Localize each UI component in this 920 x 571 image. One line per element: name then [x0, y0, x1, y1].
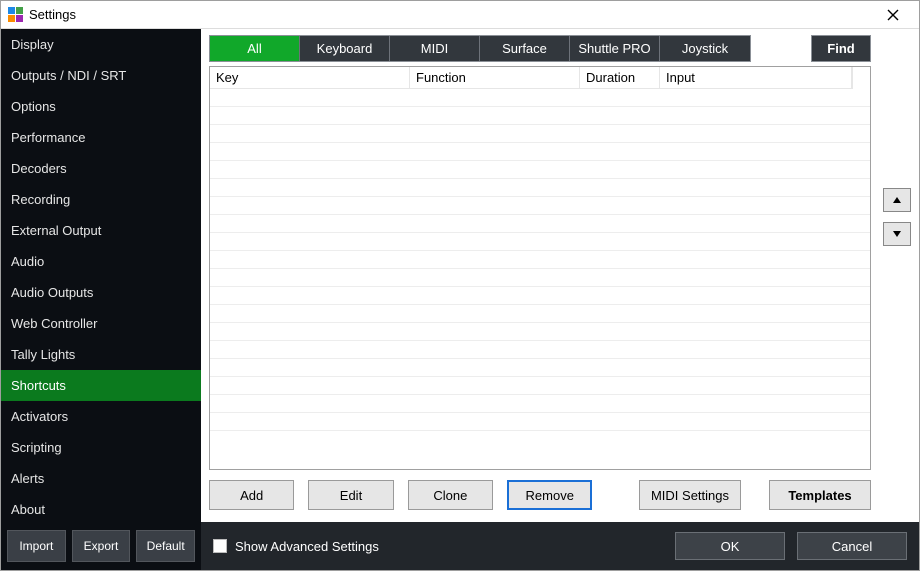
sidebar-footer: Import Export Default	[1, 522, 201, 570]
grid-row[interactable]	[210, 251, 870, 269]
sidebar-item-about[interactable]: About	[1, 494, 201, 522]
sidebar-item-audio[interactable]: Audio	[1, 246, 201, 277]
grid-header: Key Function Duration Input	[210, 67, 870, 89]
sidebar-nav: Display Outputs / NDI / SRT Options Perf…	[1, 29, 201, 522]
sidebar-item-alerts[interactable]: Alerts	[1, 463, 201, 494]
bottom-bar: Show Advanced Settings OK Cancel	[201, 522, 919, 570]
clone-button[interactable]: Clone	[408, 480, 493, 510]
grid-row[interactable]	[210, 269, 870, 287]
grid-row[interactable]	[210, 233, 870, 251]
main-panel: All Keyboard MIDI Surface Shuttle PRO Jo…	[201, 29, 919, 570]
grid-row[interactable]	[210, 305, 870, 323]
sidebar-item-tally-lights[interactable]: Tally Lights	[1, 339, 201, 370]
sidebar-item-shortcuts[interactable]: Shortcuts	[1, 370, 201, 401]
sidebar-item-display[interactable]: Display	[1, 29, 201, 60]
grid-scroll-spacer	[852, 67, 870, 89]
sidebar-item-scripting[interactable]: Scripting	[1, 432, 201, 463]
midi-settings-button[interactable]: MIDI Settings	[639, 480, 741, 510]
sidebar-item-external-output[interactable]: External Output	[1, 215, 201, 246]
sidebar-item-audio-outputs[interactable]: Audio Outputs	[1, 277, 201, 308]
grid-row[interactable]	[210, 341, 870, 359]
move-up-button[interactable]	[883, 188, 911, 212]
sidebar-item-decoders[interactable]: Decoders	[1, 153, 201, 184]
move-down-button[interactable]	[883, 222, 911, 246]
close-icon	[887, 9, 899, 21]
sidebar-item-activators[interactable]: Activators	[1, 401, 201, 432]
tab-surface[interactable]: Surface	[480, 36, 570, 61]
app-logo-icon	[7, 7, 23, 23]
tab-keyboard[interactable]: Keyboard	[300, 36, 390, 61]
show-advanced-checkbox[interactable]	[213, 539, 227, 553]
close-button[interactable]	[873, 1, 913, 28]
export-button[interactable]: Export	[72, 530, 131, 562]
window-title: Settings	[29, 7, 76, 22]
grid-row[interactable]	[210, 197, 870, 215]
ok-button[interactable]: OK	[675, 532, 785, 560]
filter-tabs: All Keyboard MIDI Surface Shuttle PRO Jo…	[209, 35, 751, 62]
grid-row[interactable]	[210, 359, 870, 377]
grid-row[interactable]	[210, 395, 870, 413]
tabs-row: All Keyboard MIDI Surface Shuttle PRO Jo…	[209, 35, 871, 62]
find-button[interactable]: Find	[811, 35, 871, 62]
arrow-down-icon	[892, 229, 902, 239]
column-input[interactable]: Input	[660, 67, 852, 89]
reorder-arrows	[883, 188, 911, 246]
sidebar-item-web-controller[interactable]: Web Controller	[1, 308, 201, 339]
show-advanced-label: Show Advanced Settings	[235, 539, 379, 554]
sidebar-item-options[interactable]: Options	[1, 91, 201, 122]
add-button[interactable]: Add	[209, 480, 294, 510]
remove-button[interactable]: Remove	[507, 480, 592, 510]
grid-row[interactable]	[210, 287, 870, 305]
sidebar: Display Outputs / NDI / SRT Options Perf…	[1, 29, 201, 570]
grid-row[interactable]	[210, 179, 870, 197]
column-key[interactable]: Key	[210, 67, 410, 89]
grid-row[interactable]	[210, 89, 870, 107]
tab-midi[interactable]: MIDI	[390, 36, 480, 61]
tab-shuttle-pro[interactable]: Shuttle PRO	[570, 36, 660, 61]
templates-button[interactable]: Templates	[769, 480, 871, 510]
grid-row[interactable]	[210, 107, 870, 125]
column-duration[interactable]: Duration	[580, 67, 660, 89]
grid-row[interactable]	[210, 161, 870, 179]
cancel-button[interactable]: Cancel	[797, 532, 907, 560]
tab-all[interactable]: All	[210, 36, 300, 61]
default-button[interactable]: Default	[136, 530, 195, 562]
grid-row[interactable]	[210, 323, 870, 341]
grid-row[interactable]	[210, 143, 870, 161]
action-row: Add Edit Clone Remove MIDI Settings Temp…	[209, 480, 871, 510]
import-button[interactable]: Import	[7, 530, 66, 562]
edit-button[interactable]: Edit	[308, 480, 393, 510]
sidebar-item-outputs-ndi-srt[interactable]: Outputs / NDI / SRT	[1, 60, 201, 91]
grid-row[interactable]	[210, 413, 870, 431]
tab-joystick[interactable]: Joystick	[660, 36, 750, 61]
settings-window: Settings Display Outputs / NDI / SRT Opt…	[0, 0, 920, 571]
grid-row[interactable]	[210, 377, 870, 395]
grid-row[interactable]	[210, 215, 870, 233]
sidebar-item-performance[interactable]: Performance	[1, 122, 201, 153]
column-function[interactable]: Function	[410, 67, 580, 89]
arrow-up-icon	[892, 195, 902, 205]
grid-row[interactable]	[210, 125, 870, 143]
titlebar: Settings	[1, 1, 919, 29]
shortcuts-grid[interactable]: Key Function Duration Input	[209, 66, 871, 470]
grid-body	[210, 89, 870, 469]
sidebar-item-recording[interactable]: Recording	[1, 184, 201, 215]
